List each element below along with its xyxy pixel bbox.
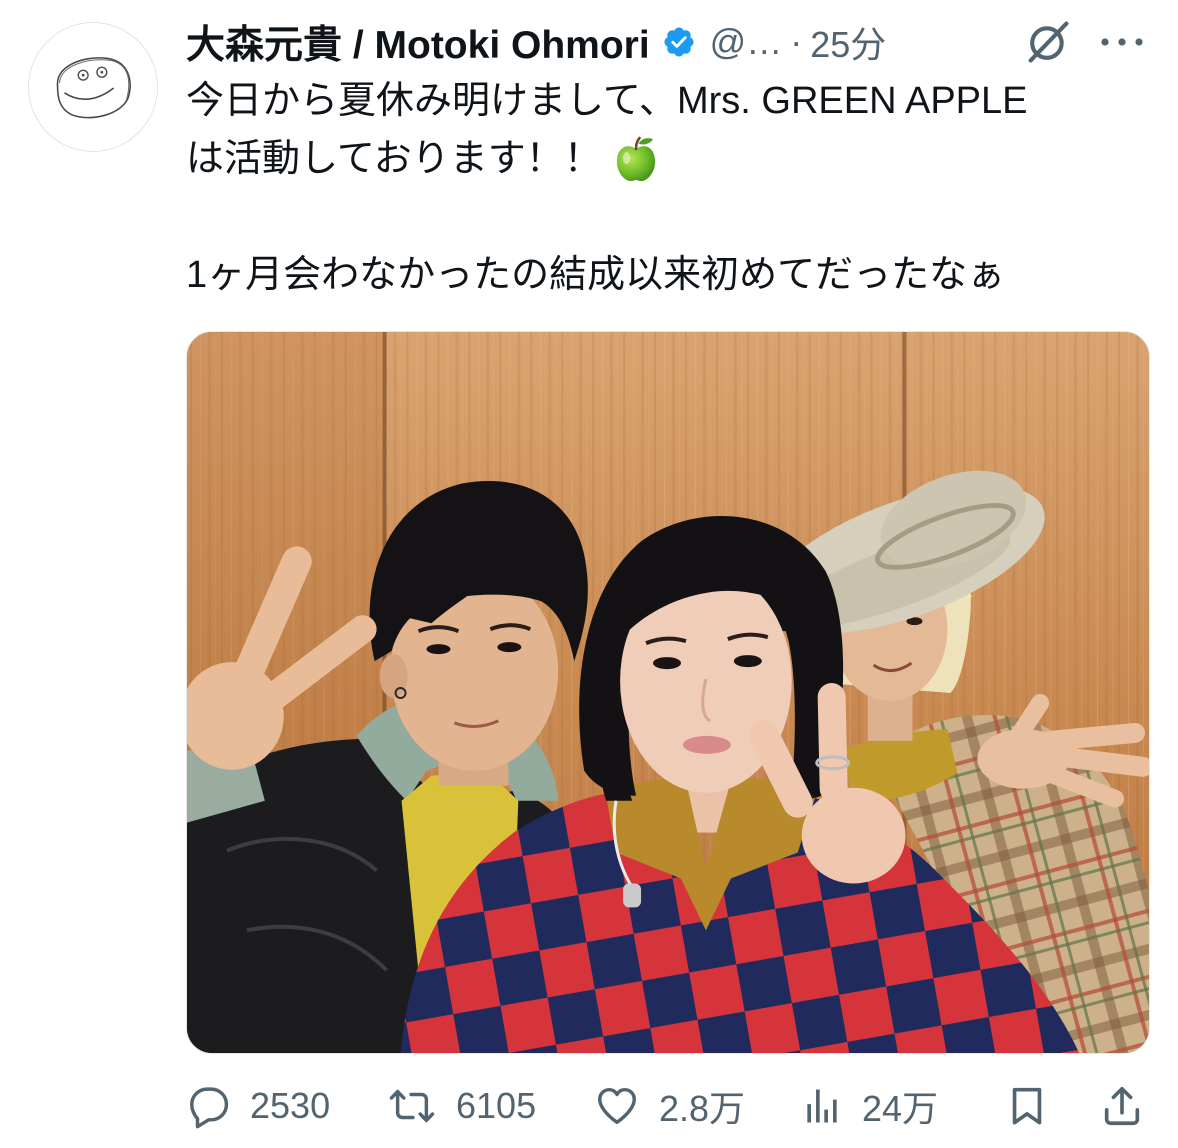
ear: [379, 654, 408, 698]
dot: [1101, 38, 1109, 46]
views-count: 24万: [862, 1088, 939, 1129]
tweet-text: 今日から夏休み明けまして、Mrs. GREEN APPLE は活動しております！…: [186, 72, 1156, 304]
tweet-text-line-3: 1ヶ月会わなかったの結成以来初めてだったなぁ: [186, 254, 1006, 296]
palm: [977, 728, 1070, 789]
tweet-text-line-1: 今日から夏休み明けまして、Mrs. GREEN APPLE: [186, 80, 1028, 122]
repost-action[interactable]: 6105: [386, 1082, 536, 1130]
tweet-text-line: は活動しております！！: [186, 130, 1156, 188]
views-icon: [807, 1089, 837, 1123]
like-icon: [598, 1087, 636, 1125]
apple-highlight: [622, 152, 630, 164]
header-separator: ·: [790, 21, 803, 62]
repost-count: 6105: [456, 1085, 537, 1126]
in-ear-monitor: [623, 883, 642, 908]
tweet-text-line: 1ヶ月会わなかったの結成以来初めてだったなぁ: [186, 246, 1156, 304]
like-count: 2.8万: [659, 1088, 746, 1129]
repost-icon: [389, 1089, 435, 1123]
more-options-icon[interactable]: [1098, 34, 1146, 50]
eye: [653, 657, 681, 670]
finger: [1040, 722, 1146, 751]
lips: [682, 735, 731, 754]
share-icon: [1104, 1086, 1140, 1126]
like-action[interactable]: 2.8万: [593, 1082, 745, 1130]
right-pupil: [100, 70, 104, 74]
palm: [801, 787, 906, 884]
reply-action[interactable]: 2530: [186, 1082, 330, 1130]
bookmark-icon: [1012, 1087, 1042, 1125]
post-timestamp[interactable]: 25分: [810, 16, 886, 68]
dot: [1118, 38, 1126, 46]
green-apple-emoji-icon: [616, 136, 655, 182]
face-outline: [56, 57, 131, 119]
verified-badge-icon: [664, 27, 694, 57]
left-pupil: [81, 73, 85, 77]
tweet-text-line: 今日から夏休み明けまして、Mrs. GREEN APPLE: [186, 72, 1156, 130]
finger: [817, 683, 848, 803]
hand-drawn-smiley-avatar-icon: [56, 57, 131, 119]
tweet-header: 大森元貴 / Motoki Ohmori @… · 25分: [186, 14, 886, 70]
author-handle[interactable]: @…: [710, 21, 783, 63]
badge-rosette: [664, 27, 694, 57]
photo-canvas: [187, 332, 1149, 1053]
author-avatar[interactable]: [28, 22, 158, 152]
dot: [1135, 38, 1143, 46]
smile: [64, 87, 115, 100]
reply-icon: [190, 1087, 229, 1129]
author-display-name[interactable]: 大森元貴 / Motoki Ohmori: [186, 14, 650, 70]
tweet-text-line-2: は活動しております！！: [186, 138, 602, 180]
grok-icon[interactable]: [1022, 16, 1074, 68]
views-action[interactable]: 24万: [800, 1082, 938, 1130]
tweet-photo[interactable]: [186, 331, 1150, 1054]
share-action[interactable]: [1099, 1082, 1145, 1130]
eye: [497, 642, 522, 653]
reply-count: 2530: [250, 1085, 331, 1126]
eye: [733, 655, 762, 668]
apple-body: [616, 146, 655, 182]
eye: [426, 644, 451, 655]
apple-leaf: [638, 138, 653, 145]
bookmark-action[interactable]: [1004, 1082, 1050, 1130]
